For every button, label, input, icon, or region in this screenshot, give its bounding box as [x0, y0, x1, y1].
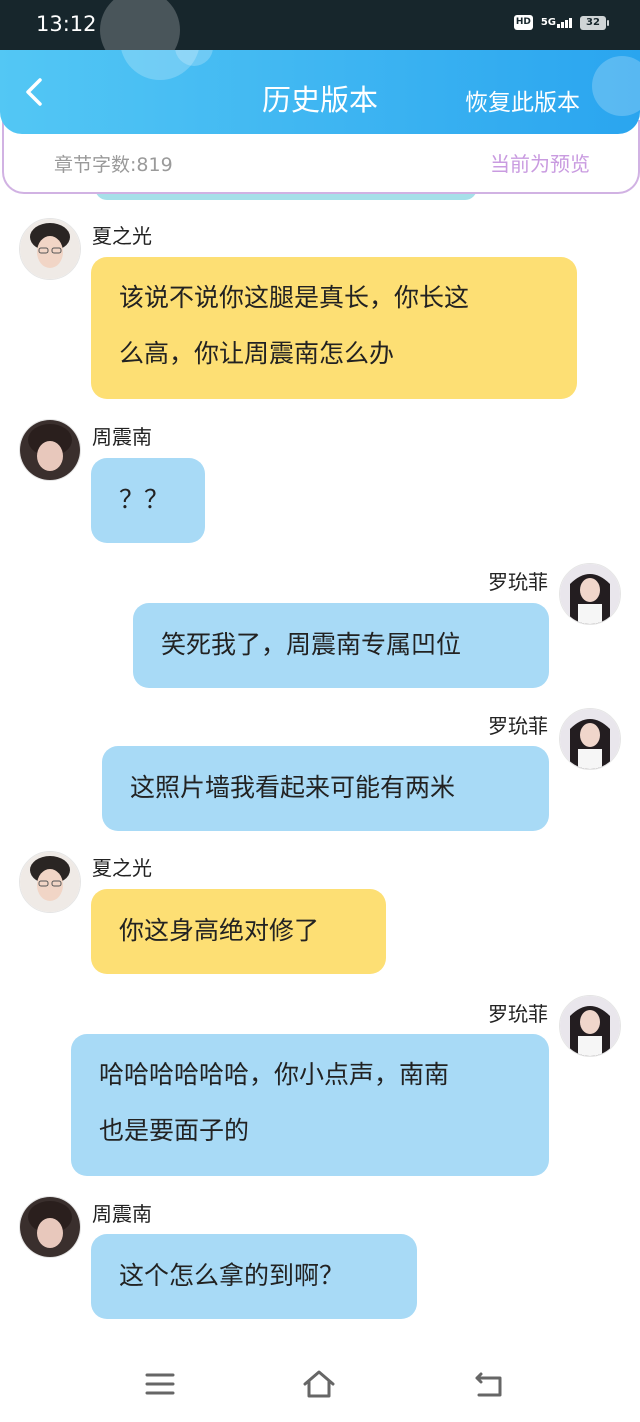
avatar[interactable] — [19, 218, 81, 280]
message-bubble[interactable]: 你这身高绝对修了 — [91, 889, 386, 974]
message-bubble[interactable]: 该说不说你这腿是真长，你长这 么高，你让周震南怎么办 — [91, 257, 577, 399]
signal-icon: 5G — [541, 17, 572, 28]
message-line: 这照片墙我看起来可能有两米 — [130, 773, 456, 802]
avatar[interactable] — [19, 851, 81, 913]
message-bubble[interactable]: ？？ — [91, 458, 205, 543]
hd-icon: HD — [513, 15, 533, 30]
avatar[interactable] — [559, 708, 621, 770]
home-button[interactable] — [301, 1368, 337, 1400]
restore-version-button[interactable]: 恢复此版本 — [465, 83, 580, 117]
message-bubble[interactable]: 这照片墙我看起来可能有两米 — [102, 746, 549, 831]
message-line: 这个怎么拿的到啊？ — [119, 1261, 345, 1290]
sender-name: 罗玧菲 — [488, 1002, 548, 1026]
header-bar: 历史版本 恢复此版本 — [0, 50, 640, 134]
sender-name: 夏之光 — [92, 224, 152, 248]
status-time: 13:12 — [36, 12, 97, 36]
sender-name: 周震南 — [92, 425, 152, 449]
home-icon — [303, 1370, 335, 1398]
sender-name: 罗玧菲 — [488, 570, 548, 594]
previous-message-bubble — [95, 188, 477, 200]
message-bubble[interactable]: 笑死我了，周震南专属凹位 — [133, 603, 549, 688]
menu-icon — [145, 1373, 175, 1395]
battery-icon: 32 — [580, 15, 609, 30]
message-line: 哈哈哈哈哈哈，你小点声，南南 — [99, 1060, 450, 1089]
message-bubble[interactable]: 哈哈哈哈哈哈，你小点声，南南 也是要面子的 — [71, 1034, 549, 1176]
network-type: 5G — [540, 17, 556, 28]
avatar[interactable] — [559, 563, 621, 625]
system-nav-bar — [0, 1346, 640, 1422]
message-line: 么高，你让周震南怎么办 — [119, 339, 395, 368]
message-line: 也是要面子的 — [99, 1116, 250, 1145]
message-line: 该说不说你这腿是真长，你长这 — [119, 283, 470, 312]
preview-status: 当前为预览 — [490, 152, 590, 176]
word-count: 章节字数:819 — [54, 154, 173, 176]
return-icon — [475, 1372, 502, 1397]
message-line: 你这身高绝对修了 — [119, 916, 320, 945]
avatar[interactable] — [19, 419, 81, 481]
menu-button[interactable] — [142, 1368, 178, 1400]
status-bar: 13:12 HD 5G 32 — [0, 0, 640, 70]
sender-name: 罗玧菲 — [488, 714, 548, 738]
avatar[interactable] — [19, 1196, 81, 1258]
sender-name: 周震南 — [92, 1202, 152, 1226]
status-icons: HD 5G 32 — [513, 15, 609, 30]
avatar[interactable] — [559, 995, 621, 1057]
message-line: 笑死我了，周震南专属凹位 — [161, 630, 462, 659]
message-bubble[interactable]: 这个怎么拿的到啊？ — [91, 1234, 417, 1319]
sender-name: 夏之光 — [92, 856, 152, 880]
back-nav-button[interactable] — [471, 1368, 507, 1400]
message-line: ？？ — [119, 485, 170, 514]
